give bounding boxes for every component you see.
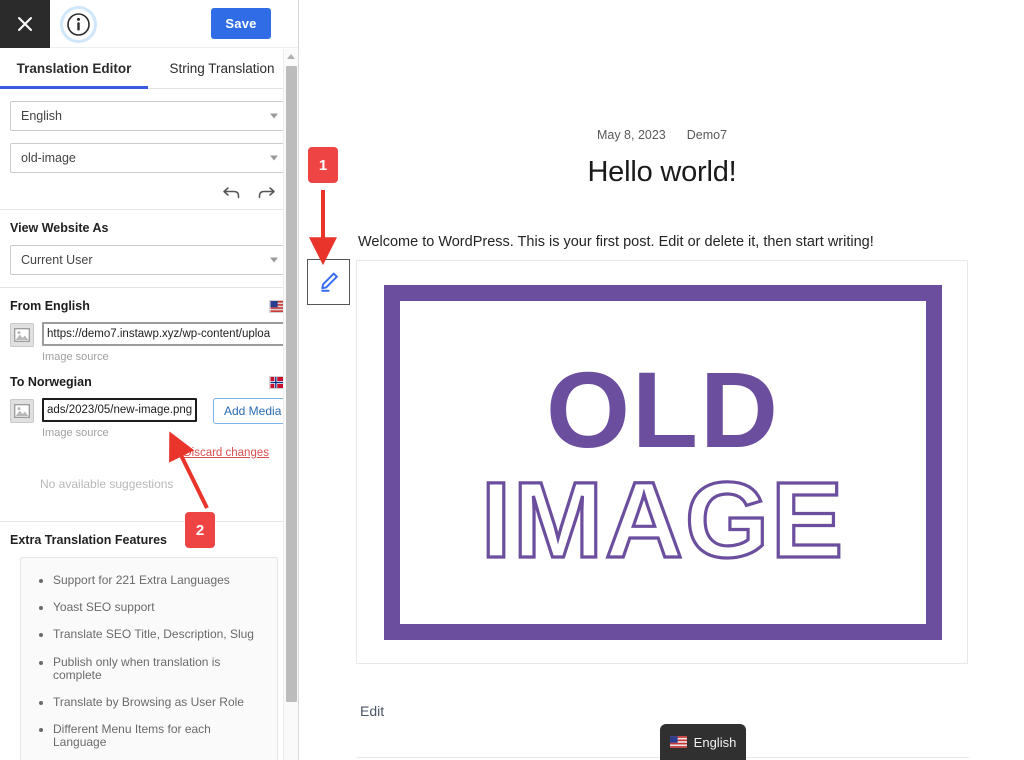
picture-icon xyxy=(14,404,30,418)
view-website-as-title: View Website As xyxy=(10,221,109,235)
language-switcher-pill[interactable]: English xyxy=(660,724,746,760)
post-body-text: Welcome to WordPress. This is your first… xyxy=(358,234,874,250)
image-placeholder-icon xyxy=(10,399,34,423)
target-heading-row: To Norwegian xyxy=(0,375,298,389)
target-image-url-input[interactable] xyxy=(42,398,197,422)
translation-editor-sidebar: Save Translation Editor String Translati… xyxy=(0,0,299,760)
no-suggestions-text: No available suggestions xyxy=(40,477,174,491)
old-image-text-line1: OLD xyxy=(546,349,780,470)
view-as-select[interactable]: Current User xyxy=(10,245,288,275)
list-item: Publish only when translation is complet… xyxy=(53,655,267,682)
redo-icon[interactable] xyxy=(257,185,276,200)
old-image-graphic: OLD IMAGE xyxy=(384,285,942,640)
extra-features-list: Support for 221 Extra Languages Yoast SE… xyxy=(31,573,267,760)
target-heading: To Norwegian xyxy=(10,375,92,389)
document-select[interactable]: old-image xyxy=(10,143,288,173)
language-select[interactable]: English xyxy=(10,101,288,131)
extra-features-section: Extra Translation Features Support for 2… xyxy=(0,522,298,760)
pencil-icon xyxy=(320,272,338,292)
target-field-wrap: Image source xyxy=(42,398,197,439)
source-heading: From English xyxy=(10,299,90,313)
scroll-up-arrow-icon[interactable] xyxy=(287,54,295,59)
tab-bar: Translation Editor String Translation xyxy=(0,48,298,89)
list-item: Support for 221 Extra Languages xyxy=(53,573,267,587)
app-root: Save Translation Editor String Translati… xyxy=(0,0,1024,760)
save-button[interactable]: Save xyxy=(211,8,271,39)
tab-translation-editor-label: Translation Editor xyxy=(16,60,132,76)
scrollbar-thumb[interactable] xyxy=(286,66,297,702)
close-button[interactable] xyxy=(0,0,50,48)
edit-post-link[interactable]: Edit xyxy=(360,703,384,719)
post-author: Demo7 xyxy=(686,128,728,142)
source-section: From English https://demo7.instawp.xyz/w… xyxy=(0,288,298,363)
post-preview: May 8, 2023 Demo7 Hello world! Welcome t… xyxy=(300,0,1024,760)
undo-icon[interactable] xyxy=(222,185,241,200)
tab-string-translation[interactable]: String Translation xyxy=(148,48,296,88)
chevron-down-icon xyxy=(270,155,278,161)
list-item: Translate SEO Title, Description, Slug xyxy=(53,628,267,641)
close-icon xyxy=(18,17,32,31)
language-select-value: English xyxy=(21,109,62,123)
extra-features-box: Support for 221 Extra Languages Yoast SE… xyxy=(20,557,278,760)
source-caption: Image source xyxy=(42,351,109,363)
undo-redo-row xyxy=(0,185,298,209)
post-date: May 8, 2023 xyxy=(596,128,666,142)
page-title: Hello world! xyxy=(587,156,737,188)
document-select-value: old-image xyxy=(21,151,76,165)
picture-icon xyxy=(14,328,30,342)
chevron-down-icon xyxy=(270,257,278,263)
edit-image-button[interactable] xyxy=(307,259,350,305)
list-item: Different Menu Items for each Language xyxy=(53,722,267,749)
target-row: Image source Add Media xyxy=(0,398,298,439)
add-media-button[interactable]: Add Media xyxy=(213,398,293,424)
source-heading-row: From English xyxy=(0,299,298,313)
target-caption: Image source xyxy=(42,427,109,439)
sidebar-scrollbar[interactable] xyxy=(283,49,298,760)
list-item: Yoast SEO support xyxy=(53,600,267,614)
tab-translation-editor[interactable]: Translation Editor xyxy=(0,48,148,89)
chevron-down-icon xyxy=(270,113,278,119)
target-section: To Norwegian ads/2023/05/new-image.png I… xyxy=(0,363,298,491)
info-icon xyxy=(67,13,90,36)
source-image-url-input[interactable] xyxy=(42,322,288,346)
source-row: Image source xyxy=(0,322,298,363)
tab-string-translation-label: String Translation xyxy=(169,60,275,76)
discard-changes-link[interactable]: Discard changes xyxy=(0,447,298,459)
list-item: Translate by Browsing as User Role xyxy=(53,695,267,709)
language-switcher-label: English xyxy=(693,734,737,750)
annotation-marker-1: 1 xyxy=(308,147,338,183)
annotation-marker-2: 2 xyxy=(185,512,215,548)
post-meta: May 8, 2023 Demo7 xyxy=(300,0,1024,142)
view-website-as-section: View Website As Current User xyxy=(0,210,298,275)
us-flag-icon xyxy=(669,736,687,748)
info-button[interactable] xyxy=(63,9,94,40)
old-image-text-line2: IMAGE xyxy=(481,459,845,580)
extra-features-title: Extra Translation Features xyxy=(10,533,168,547)
sidebar-topbar: Save xyxy=(0,0,298,48)
selector-area: English old-image xyxy=(0,89,298,173)
view-as-select-value: Current User xyxy=(21,253,93,267)
image-placeholder-icon xyxy=(10,323,34,347)
post-figure: OLD IMAGE xyxy=(356,260,968,664)
source-field-wrap: Image source xyxy=(42,322,288,363)
